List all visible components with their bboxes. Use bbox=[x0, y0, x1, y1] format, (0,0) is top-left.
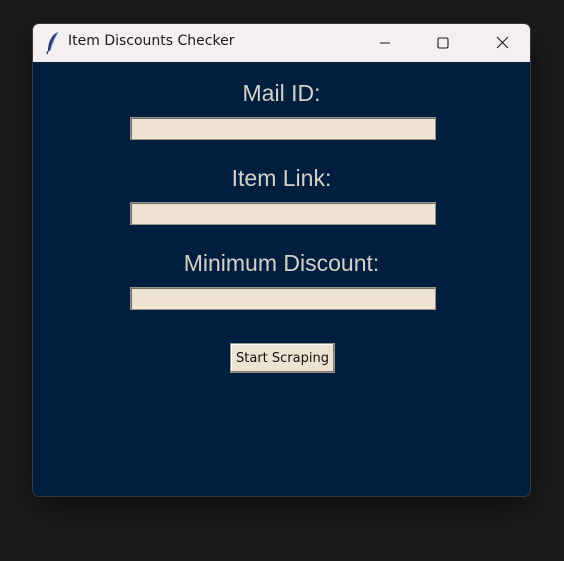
maximize-icon bbox=[437, 34, 449, 53]
mail-id-input[interactable] bbox=[130, 117, 436, 140]
minimize-icon bbox=[379, 34, 391, 53]
minimum-discount-label: Minimum Discount: bbox=[183, 250, 380, 276]
mail-id-label: Mail ID: bbox=[242, 80, 321, 106]
minimum-discount-input[interactable] bbox=[130, 287, 436, 310]
start-scraping-button[interactable]: Start Scraping bbox=[230, 343, 335, 373]
feather-icon bbox=[45, 31, 61, 55]
minimize-button[interactable] bbox=[356, 24, 414, 62]
app-window: Item Discounts Checker Mail ID: Item Lin… bbox=[32, 23, 531, 497]
window-title: Item Discounts Checker bbox=[68, 33, 235, 49]
close-icon bbox=[496, 34, 509, 53]
maximize-button[interactable] bbox=[414, 24, 472, 62]
title-bar[interactable]: Item Discounts Checker bbox=[33, 24, 530, 62]
item-link-label: Item Link: bbox=[231, 165, 332, 191]
close-button[interactable] bbox=[473, 24, 530, 62]
form-area: Mail ID: Item Link: Minimum Discount: St… bbox=[33, 62, 530, 496]
item-link-input[interactable] bbox=[130, 202, 436, 225]
